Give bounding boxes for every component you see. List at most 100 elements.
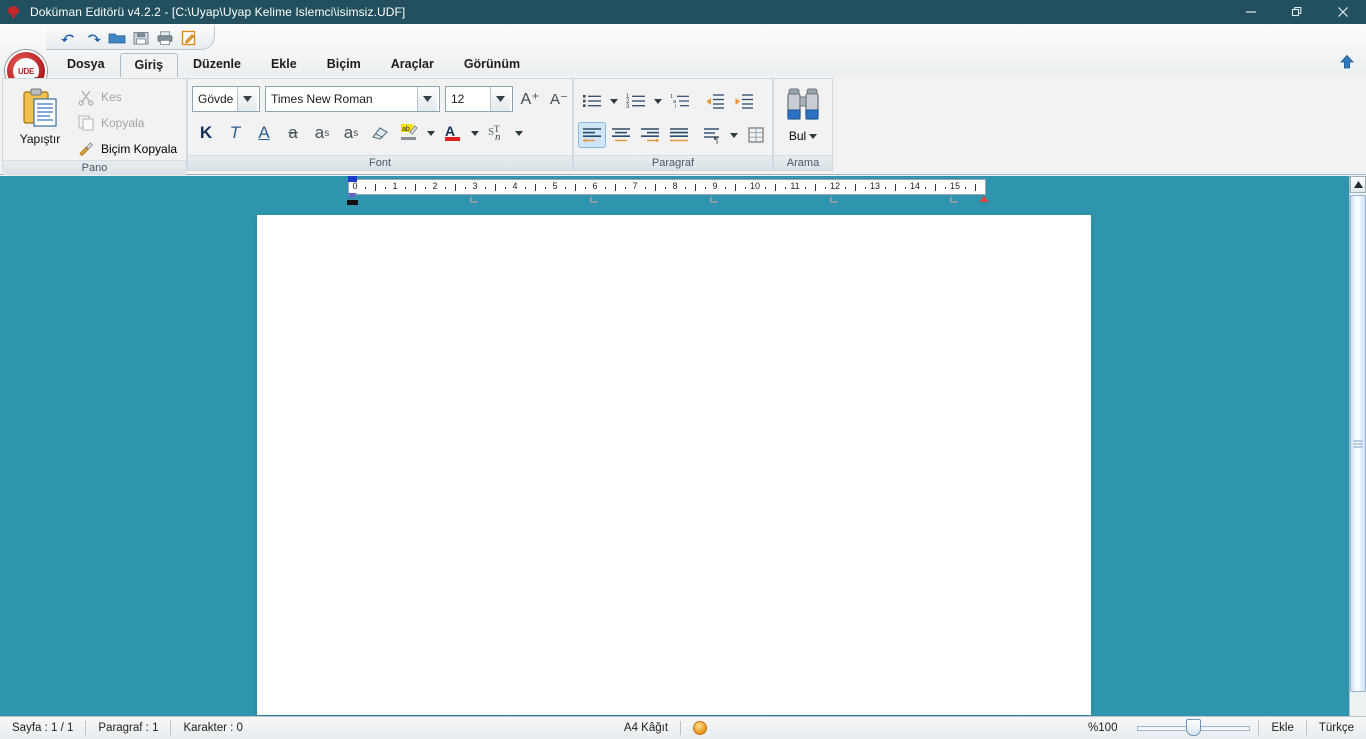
ruler-number: 2	[432, 181, 438, 191]
ruler-tick	[575, 184, 576, 191]
font-color-button[interactable]: A	[439, 119, 467, 147]
zoom-handle[interactable]	[1186, 719, 1202, 736]
ruler-tick	[695, 184, 696, 191]
change-case-dropdown-icon[interactable]	[512, 119, 526, 147]
highlight-dropdown-icon[interactable]	[424, 119, 438, 147]
tab-bicim[interactable]: Biçim	[312, 52, 376, 76]
scrollbar-thumb[interactable]	[1350, 195, 1366, 692]
print-icon[interactable]	[154, 28, 176, 48]
copy-button[interactable]: Kopyala	[73, 112, 181, 134]
align-center-button[interactable]	[607, 122, 635, 148]
font-family-value: Times New Roman	[271, 92, 373, 106]
decrease-indent-button[interactable]	[701, 88, 729, 114]
chevron-down-icon[interactable]	[417, 87, 437, 111]
superscript-button[interactable]: as	[337, 119, 365, 147]
tab-giris[interactable]: Giriş	[119, 53, 179, 77]
ruler-tick	[605, 187, 606, 189]
minimize-button[interactable]	[1228, 0, 1274, 24]
increase-indent-button[interactable]	[730, 88, 758, 114]
status-indicator[interactable]	[681, 717, 719, 739]
scroll-up-button[interactable]	[1350, 176, 1366, 193]
ruler-tick	[765, 187, 766, 189]
left-indent-marker[interactable]	[347, 200, 358, 205]
chevron-down-icon	[809, 133, 818, 139]
font-color-dropdown-icon[interactable]	[468, 119, 482, 147]
numbered-list-dropdown-icon[interactable]	[651, 87, 665, 115]
ruler-tab-stop[interactable]	[710, 197, 718, 203]
subscript-button[interactable]: as	[308, 119, 336, 147]
cut-button[interactable]: Kes	[73, 86, 181, 108]
paragraph-style-combo[interactable]: Gövde	[192, 86, 260, 112]
right-indent-marker[interactable]	[979, 196, 989, 202]
highlight-icon: ab	[401, 124, 418, 140]
ruler-tick	[725, 187, 726, 189]
application-window: Doküman Editörü v4.2.2 - [C:\Uyap\Uyap K…	[0, 0, 1366, 739]
hanging-indent-marker[interactable]	[347, 193, 357, 199]
font-size-combo[interactable]: 12	[445, 86, 513, 112]
status-character: Karakter : 0	[183, 722, 243, 734]
ruler-tab-stop[interactable]	[470, 197, 478, 203]
find-label-wrap: Bul	[789, 129, 818, 143]
close-button[interactable]	[1320, 0, 1366, 24]
language-label[interactable]: Türkçe	[1307, 717, 1366, 739]
align-left-button[interactable]	[578, 122, 606, 148]
multilevel-list-button[interactable]: 1ai	[666, 88, 694, 114]
document-page[interactable]	[257, 215, 1091, 715]
first-line-indent-marker[interactable]	[348, 176, 357, 182]
eraser-icon	[372, 127, 388, 140]
group-title-font: Font	[188, 155, 572, 170]
ruler-tab-stop[interactable]	[590, 197, 598, 203]
font-family-combo[interactable]: Times New Roman	[265, 86, 440, 112]
tab-ekle[interactable]: Ekle	[256, 52, 312, 76]
line-spacing-dropdown-icon[interactable]	[727, 121, 741, 149]
chevron-down-icon[interactable]	[237, 87, 257, 111]
tab-duzenle[interactable]: Düzenle	[178, 52, 256, 76]
binoculars-icon	[787, 88, 819, 120]
insert-mode-label[interactable]: Ekle	[1259, 717, 1305, 739]
strikethrough-button[interactable]: a	[279, 119, 307, 147]
ruler-tab-stop[interactable]	[950, 197, 958, 203]
highlight-button[interactable]: ab	[395, 119, 423, 147]
tab-dosya[interactable]: Dosya	[52, 52, 120, 76]
bold-button[interactable]: K	[192, 119, 220, 147]
italic-button[interactable]: T	[221, 119, 249, 147]
borders-button[interactable]	[742, 122, 770, 148]
line-spacing-button[interactable]: ¶	[698, 122, 726, 148]
collapse-ribbon-arrow-icon[interactable]	[1336, 52, 1358, 72]
line-spacing-icon: ¶	[704, 128, 719, 144]
align-right-button[interactable]	[636, 122, 664, 148]
bullet-list-button[interactable]	[578, 88, 606, 114]
bullet-list-dropdown-icon[interactable]	[607, 87, 621, 115]
redo-icon[interactable]	[82, 28, 104, 48]
shrink-font-button[interactable]: A⁻	[547, 86, 571, 112]
change-case-button[interactable]: S T n	[483, 119, 511, 147]
save-icon[interactable]	[130, 28, 152, 48]
tab-gorunum[interactable]: Görünüm	[449, 52, 535, 76]
format-painter-button[interactable]: Biçim Kopyala	[73, 138, 181, 160]
ruler-number: 13	[869, 181, 881, 191]
horizontal-ruler[interactable]: 0 1 2 3 4 5 6 7 8 9 10 11 12 13 14 15	[348, 179, 986, 195]
maximize-restore-button[interactable]	[1274, 0, 1320, 24]
ruler-tick	[845, 187, 846, 189]
justify-button[interactable]	[665, 122, 693, 148]
status-indicator-icon	[693, 721, 708, 735]
ruler-tab-stop[interactable]	[830, 197, 838, 203]
chevron-down-icon[interactable]	[490, 87, 510, 111]
tab-araclar[interactable]: Araçlar	[376, 52, 449, 76]
zoom-slider[interactable]	[1137, 719, 1251, 736]
underline-button[interactable]: A	[250, 119, 278, 147]
paragraph-align-row: ¶	[578, 115, 770, 149]
copy-label: Kopyala	[101, 116, 145, 130]
group-pano: Yapıştır Kes Kopyala Biçim Kopyala Pano	[2, 78, 187, 175]
undo-icon[interactable]	[58, 28, 80, 48]
open-folder-icon[interactable]	[106, 28, 128, 48]
align-center-icon	[612, 128, 630, 142]
vertical-scrollbar[interactable]	[1349, 176, 1366, 716]
numbered-list-button[interactable]: 123	[622, 88, 650, 114]
grow-font-button[interactable]: A⁺	[518, 86, 542, 112]
paste-button[interactable]: Yapıştır	[7, 83, 73, 146]
clear-formatting-button[interactable]	[366, 119, 394, 147]
find-button[interactable]: Bul	[778, 85, 828, 143]
group-title-pano: Pano	[3, 160, 186, 175]
sign-document-icon[interactable]	[178, 28, 200, 48]
